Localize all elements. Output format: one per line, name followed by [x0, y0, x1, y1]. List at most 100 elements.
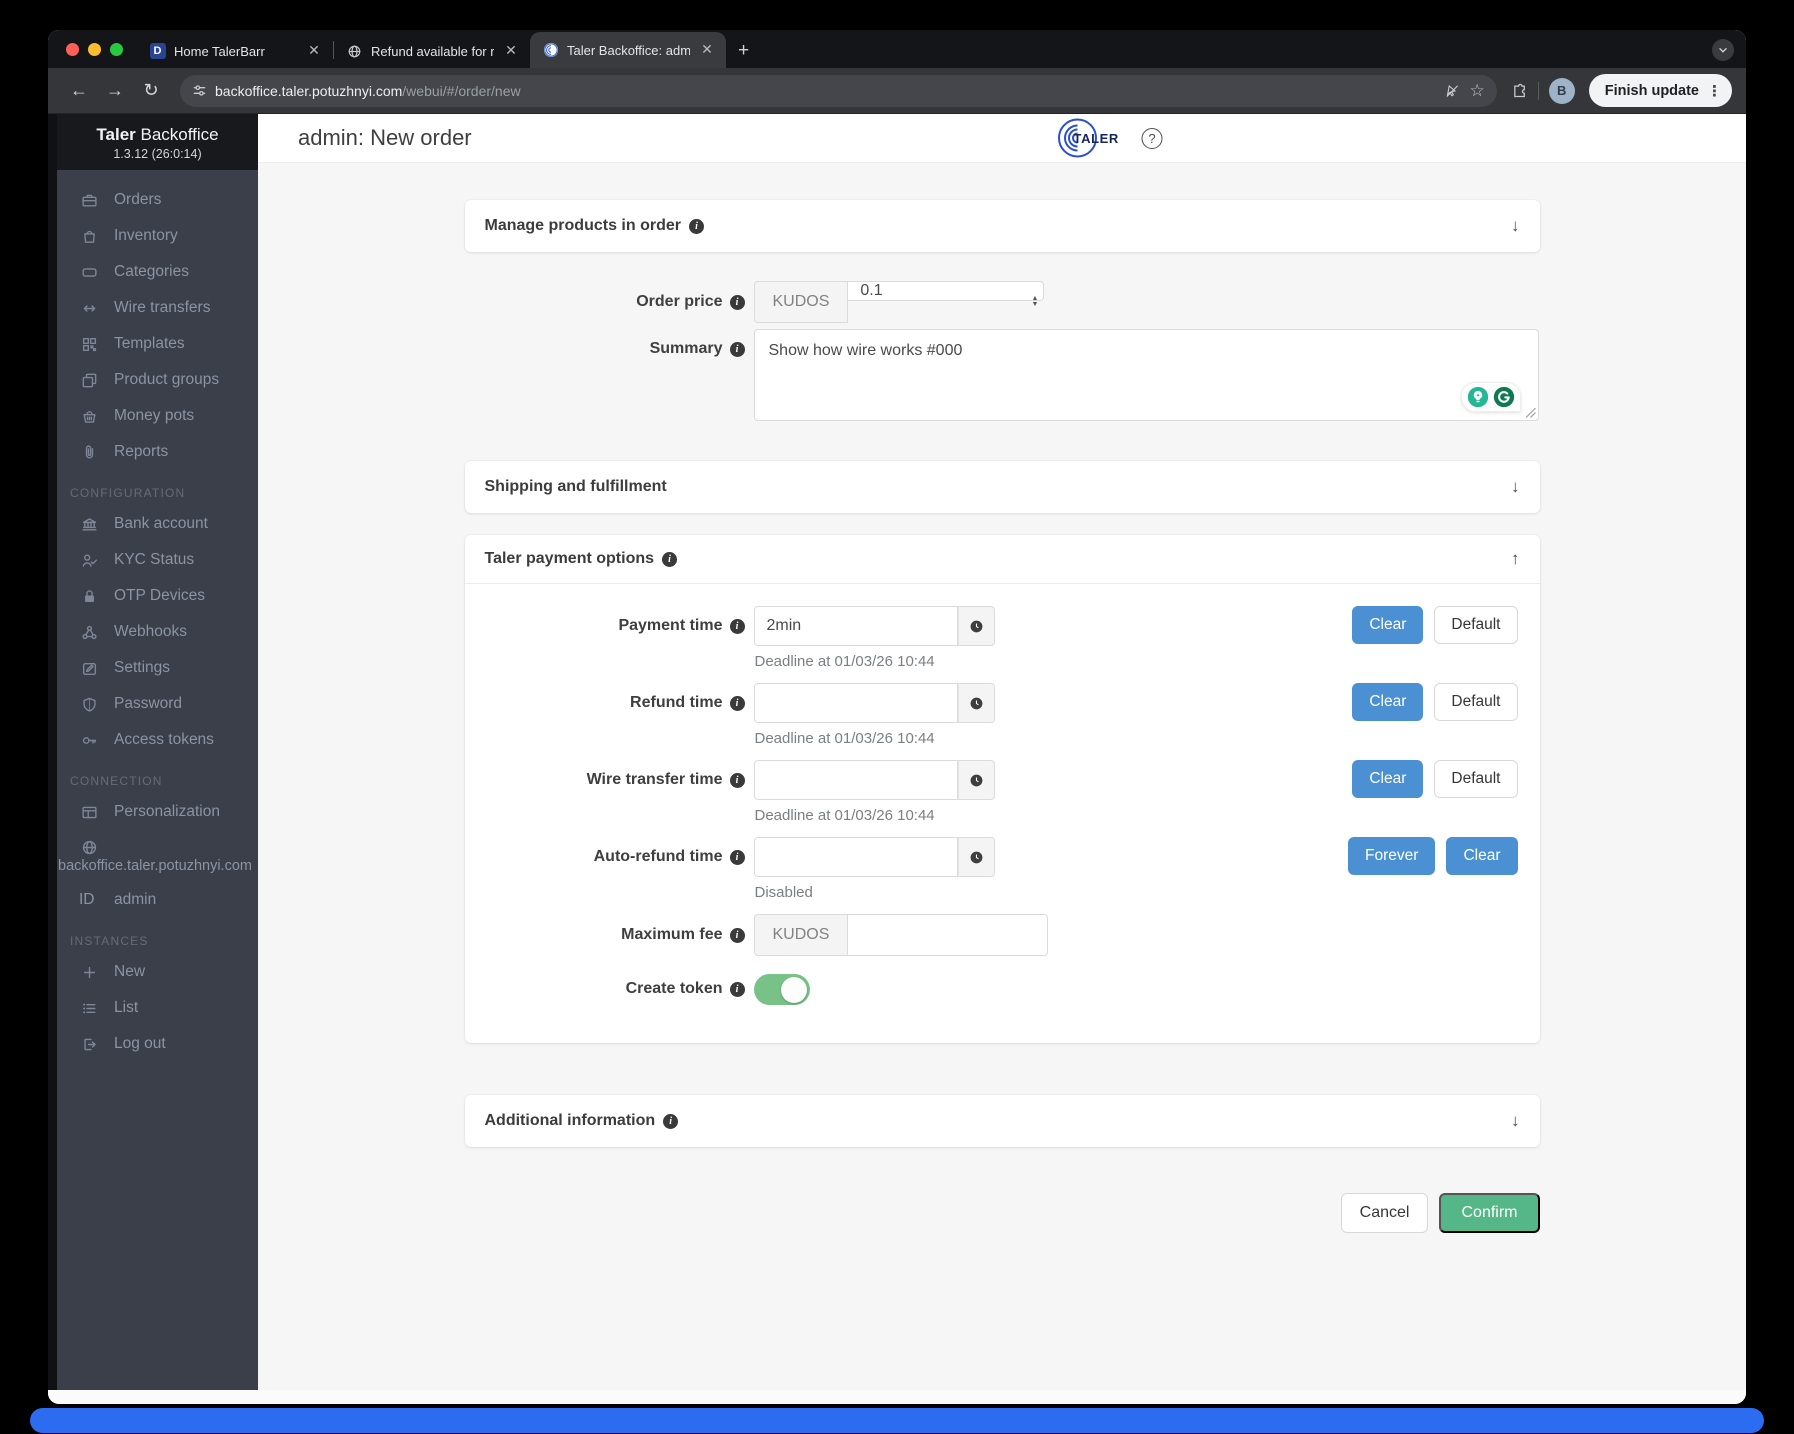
- finish-update-button[interactable]: Finish update ⋮: [1589, 74, 1732, 107]
- sidebar-item-categories[interactable]: Categories: [57, 254, 258, 290]
- browser-tab-home-talerbarr[interactable]: D Home TalerBarr ✕: [137, 34, 333, 68]
- sidebar-item-new[interactable]: New: [57, 954, 258, 990]
- wire-transfer-time-input[interactable]: [754, 760, 958, 800]
- grammarly-icon[interactable]: [1493, 386, 1515, 408]
- maximize-window-button[interactable]: [110, 43, 123, 56]
- wire-transfer-time-default-button[interactable]: Default: [1434, 760, 1517, 798]
- info-icon[interactable]: [730, 982, 745, 997]
- sidebar-item-orders[interactable]: Orders: [57, 182, 258, 218]
- sidebar-item-admin[interactable]: IDadmin: [57, 882, 258, 918]
- extensions-icon[interactable]: [1511, 82, 1528, 99]
- sidebar-item-bank-account[interactable]: Bank account: [57, 506, 258, 542]
- info-icon[interactable]: [730, 342, 745, 357]
- cancel-button[interactable]: Cancel: [1341, 1193, 1429, 1233]
- additional-info-header[interactable]: Additional information ↓: [465, 1095, 1540, 1147]
- order-price-input[interactable]: [848, 281, 1044, 301]
- info-icon[interactable]: [730, 619, 745, 634]
- close-window-button[interactable]: [66, 43, 79, 56]
- wire-transfer-time-clear-button[interactable]: Clear: [1352, 760, 1423, 798]
- clock-addon[interactable]: [958, 760, 995, 800]
- help-icon[interactable]: ?: [1142, 128, 1163, 149]
- info-icon[interactable]: [663, 1114, 678, 1129]
- bookmark-star-icon[interactable]: ☆: [1470, 81, 1485, 101]
- payment-options-header[interactable]: Taler payment options ↑: [465, 535, 1540, 583]
- tab-close-icon[interactable]: ✕: [698, 41, 716, 59]
- tab-list: D Home TalerBarr ✕ Refund available for …: [137, 30, 726, 68]
- tab-close-icon[interactable]: ✕: [305, 42, 323, 60]
- number-spinner[interactable]: ▲▼: [1031, 296, 1038, 308]
- browser-window: D Home TalerBarr ✕ Refund available for …: [48, 30, 1746, 1404]
- maximum-fee-input[interactable]: [848, 914, 1048, 956]
- sidebar-item-label: Categories: [114, 263, 189, 281]
- clock-addon[interactable]: [958, 606, 995, 646]
- payment-time-clear-button[interactable]: Clear: [1352, 606, 1423, 644]
- chevron-down-icon[interactable]: ↓: [1511, 477, 1520, 497]
- sidebar-item-log-out[interactable]: Log out: [57, 1026, 258, 1062]
- payment-time-input[interactable]: [754, 606, 958, 646]
- refund-time-default-button[interactable]: Default: [1434, 683, 1517, 721]
- tab-search-button[interactable]: [1712, 39, 1734, 61]
- auto-refund-time-input[interactable]: [754, 837, 958, 877]
- suggestion-bulb-icon[interactable]: [1467, 386, 1489, 408]
- sidebar-item-list[interactable]: List: [57, 990, 258, 1026]
- payment-time-helper: Deadline at 01/03/26 10:44: [754, 653, 1224, 670]
- sidebar-item-server[interactable]: [57, 830, 258, 858]
- info-icon[interactable]: [730, 295, 745, 310]
- clock-addon[interactable]: [958, 683, 995, 723]
- auto-refund-time-forever-button[interactable]: Forever: [1348, 837, 1435, 875]
- sidebar-item-templates[interactable]: Templates: [57, 326, 258, 362]
- sidebar-item-reports[interactable]: Reports: [57, 434, 258, 470]
- shipping-header[interactable]: Shipping and fulfillment ↓: [465, 461, 1540, 513]
- sidebar-item-webhooks[interactable]: Webhooks: [57, 614, 258, 650]
- window-controls[interactable]: [48, 30, 137, 68]
- new-tab-button[interactable]: +: [726, 34, 761, 68]
- tab-close-icon[interactable]: ✕: [502, 42, 520, 60]
- clock-addon[interactable]: [958, 837, 995, 877]
- info-icon[interactable]: [730, 773, 745, 788]
- info-icon[interactable]: [730, 850, 745, 865]
- profile-avatar[interactable]: B: [1549, 78, 1575, 104]
- chevron-up-icon[interactable]: ↑: [1511, 549, 1520, 569]
- sidebar-item-wire-transfers[interactable]: Wire transfers: [57, 290, 258, 326]
- browser-menu-icon[interactable]: ⋮: [1707, 82, 1722, 100]
- info-icon[interactable]: [730, 696, 745, 711]
- site-settings-icon[interactable]: [192, 83, 207, 98]
- browser-tab-taler-backoffice-admin-new[interactable]: Taler Backoffice: admin: New ✕: [530, 32, 726, 68]
- info-icon[interactable]: [730, 928, 745, 943]
- sidebar-item-product-groups[interactable]: Product groups: [57, 362, 258, 398]
- create-token-toggle[interactable]: [754, 974, 810, 1005]
- chevron-down-icon[interactable]: ↓: [1511, 216, 1520, 236]
- sidebar-item-inventory[interactable]: Inventory: [57, 218, 258, 254]
- minimize-window-button[interactable]: [88, 43, 101, 56]
- textarea-resize-handle[interactable]: [1525, 405, 1536, 423]
- brand-name: Taler: [96, 125, 135, 144]
- browser-tab-refund-available-for-refund-of[interactable]: Refund available for refund of ✕: [334, 34, 530, 68]
- sidebar-item-personalization[interactable]: Personalization: [57, 794, 258, 830]
- refund-time-clear-button[interactable]: Clear: [1352, 683, 1423, 721]
- info-icon[interactable]: [662, 552, 677, 567]
- reload-button[interactable]: ↻: [136, 76, 166, 106]
- sidebar-item-otp-devices[interactable]: OTP Devices: [57, 578, 258, 614]
- back-button[interactable]: ←: [64, 76, 94, 106]
- pointer-lock-blocked-icon[interactable]: [1444, 83, 1460, 99]
- address-bar[interactable]: backoffice.taler.potuzhnyi.com/webui/#/o…: [180, 75, 1497, 107]
- sidebar-item-password[interactable]: Password: [57, 686, 258, 722]
- manage-products-header[interactable]: Manage products in order ↓: [465, 200, 1540, 252]
- forward-button[interactable]: →: [100, 76, 130, 106]
- url-text[interactable]: backoffice.taler.potuzhnyi.com/webui/#/o…: [215, 83, 521, 99]
- info-icon[interactable]: [689, 219, 704, 234]
- inventory-icon: [81, 228, 98, 245]
- auto-refund-time-clear-button[interactable]: Clear: [1446, 837, 1517, 875]
- summary-textarea[interactable]: [754, 329, 1539, 421]
- confirm-button[interactable]: Confirm: [1439, 1193, 1539, 1233]
- refund-time-input[interactable]: [754, 683, 958, 723]
- chevron-down-icon[interactable]: ↓: [1511, 1111, 1520, 1131]
- sidebar-item-access-tokens[interactable]: Access tokens: [57, 722, 258, 758]
- horizontal-scrollbar-track[interactable]: [48, 1390, 1746, 1404]
- sidebar-item-money-pots[interactable]: Money pots: [57, 398, 258, 434]
- sidebar-item-settings[interactable]: Settings: [57, 650, 258, 686]
- payment-time-default-button[interactable]: Default: [1434, 606, 1517, 644]
- sidebar-item-kyc-status[interactable]: KYC Status: [57, 542, 258, 578]
- grammarly-widget[interactable]: [1461, 382, 1521, 412]
- list-icon: [81, 1000, 98, 1017]
